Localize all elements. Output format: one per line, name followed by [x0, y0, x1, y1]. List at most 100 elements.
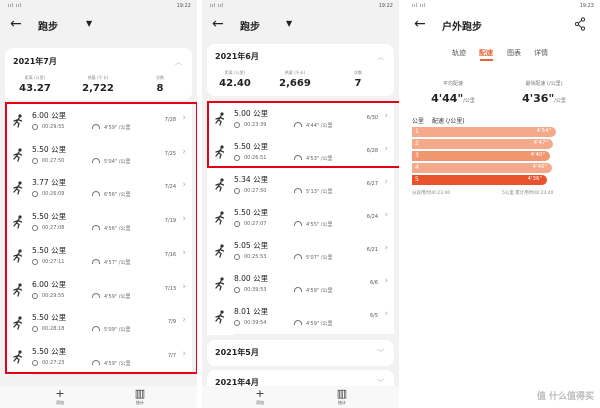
pace-gauge-icon	[294, 188, 302, 193]
status-time: 19:22	[176, 3, 191, 9]
running-icon	[214, 243, 226, 258]
status-bar: ııl ııl 19:22	[0, 0, 197, 12]
run-list-june-screen: ııl ııl 19:22 ← 跑步 ▼ 2021年6月 ︿ 距离 (公里) 4…	[202, 0, 399, 408]
top-bar: ← 户外跑步	[404, 12, 600, 38]
average-pace: 平均配速 4'44"/公里	[418, 80, 488, 106]
run-date: 6/6	[369, 280, 378, 286]
bottom-bar: + 添加 ▥ 统计	[202, 386, 399, 408]
run-date: 6/24	[366, 214, 378, 220]
split-bar: 3 4'40"	[412, 151, 550, 161]
run-duration: 00:39:54	[244, 320, 267, 326]
chevron-right-icon: ›	[384, 177, 388, 187]
stats-button[interactable]: ▥ 统计	[125, 388, 155, 406]
stats-label: 统计	[338, 400, 346, 405]
split-bar: 1 4'54"	[412, 127, 556, 137]
stat-label: 热量 (千卡)	[87, 75, 109, 80]
pace-gauge-icon	[294, 287, 302, 292]
split-km: 5	[415, 176, 419, 183]
split-km: 2	[415, 140, 419, 147]
collapsed-month-may[interactable]: 2021年5月 ﹀	[207, 340, 394, 366]
footer-right: 5公里 累计用时00:23:40	[502, 191, 554, 196]
back-arrow-icon[interactable]: ←	[10, 16, 22, 32]
clock-icon	[234, 320, 240, 326]
run-pace: 4'59" /公里	[306, 321, 333, 327]
top-bar: ← 跑步 ▼	[0, 12, 197, 38]
add-label: 添加	[256, 400, 264, 405]
stat-value: 42.40	[219, 78, 251, 89]
split-pace: 4'54"	[536, 128, 551, 134]
add-label: 添加	[56, 400, 64, 405]
signal-icon: ııl ııl	[412, 3, 426, 9]
tab-pace[interactable]: 配速	[479, 48, 493, 58]
chevron-right-icon: ›	[384, 309, 388, 319]
stat-label: 次数	[354, 70, 362, 75]
running-icon	[214, 210, 226, 225]
dropdown-caret-icon[interactable]: ▼	[286, 19, 292, 28]
chevron-right-icon: ›	[384, 243, 388, 253]
stats-button[interactable]: ▥ 统计	[327, 388, 357, 406]
tab-track[interactable]: 轨迹	[452, 48, 466, 58]
run-list-item[interactable]: 8.01 公里 00:39:54 4'59" /公里 6/5 ›	[207, 300, 394, 335]
chevron-up-icon[interactable]: ︿	[175, 57, 182, 67]
chevron-down-icon: ﹀	[377, 349, 384, 357]
stat-distance: 距离 (公里) 43.27	[15, 75, 55, 94]
dropdown-caret-icon[interactable]: ▼	[86, 19, 92, 28]
clock-icon	[234, 287, 240, 293]
best-pace-label: 最快配速 (/公里)	[525, 81, 563, 87]
back-arrow-icon[interactable]: ←	[212, 16, 224, 32]
tab-details[interactable]: 详情	[534, 48, 548, 58]
run-date: 6/5	[369, 313, 378, 319]
split-bar: 2 4'47"	[412, 139, 553, 149]
average-pace-value: 4'44"	[431, 92, 464, 105]
highlight-box	[5, 102, 197, 374]
stat-label: 次数	[156, 75, 164, 80]
chevron-right-icon: ›	[384, 210, 388, 220]
month-summary-card[interactable]: 2021年7月 ︿ 距离 (公里) 43.27 热量 (千卡) 2,722 次数…	[5, 48, 192, 100]
month-title: 2021年6月	[215, 52, 259, 61]
add-button[interactable]: + 添加	[245, 388, 275, 406]
run-pace: 5'13" /公里	[306, 189, 333, 195]
run-list-item[interactable]: 8.00 公里 00:39:53 4'59" /公里 6/6 ›	[207, 267, 394, 302]
running-icon	[214, 276, 226, 291]
run-list-item[interactable]: 5.05 公里 00:25:53 5'07" /公里 6/21 ›	[207, 234, 394, 269]
split-pace: 4'40"	[530, 152, 545, 158]
bottom-bar: + 添加 ▥ 统计	[0, 386, 197, 408]
active-tab-indicator	[480, 59, 493, 61]
chevron-right-icon: ›	[384, 276, 388, 286]
back-arrow-icon[interactable]: ←	[414, 16, 426, 32]
average-pace-label: 平均配速	[442, 81, 463, 87]
signal-icon: ııl ııl	[8, 3, 22, 9]
pace-gauge-icon	[294, 254, 302, 259]
best-pace-unit: /公里	[554, 98, 566, 104]
bar-chart-icon: ▥	[336, 387, 348, 400]
split-pace: 4'47"	[533, 140, 548, 146]
clock-icon	[234, 254, 240, 260]
chevron-up-icon[interactable]: ︿	[377, 52, 384, 62]
plus-icon: +	[255, 387, 265, 400]
best-pace-value: 4'36"	[522, 92, 555, 105]
split-pace: 4'36"	[527, 176, 542, 182]
split-km: 3	[415, 152, 419, 159]
stat-distance: 距离 (公里) 42.40	[215, 70, 255, 89]
row-divider	[32, 373, 192, 375]
add-button[interactable]: + 添加	[45, 388, 75, 406]
stat-label: 距离 (公里)	[224, 70, 246, 75]
share-icon[interactable]	[574, 17, 586, 31]
bar-chart-icon: ▥	[134, 387, 146, 400]
pace-gauge-icon	[294, 221, 302, 226]
tab-chart[interactable]: 图表	[507, 48, 521, 58]
top-bar: ← 跑步 ▼	[202, 12, 399, 38]
run-list-item[interactable]: 5.50 公里 00:27:07 4'55" /公里 6/24 ›	[207, 201, 394, 236]
stat-label: 热量 (千卡)	[284, 70, 306, 75]
run-duration: 00:27:07	[244, 221, 267, 227]
tab-bar: 轨迹 配速 图表 详情	[404, 48, 600, 62]
highlight-box	[207, 101, 399, 168]
footer-left: 分段用时00:23:40	[412, 191, 451, 196]
month-title: 2021年7月	[13, 57, 57, 66]
run-list-item[interactable]: 5.34 公里 00:27:50 5'13" /公里 6/27 ›	[207, 168, 394, 203]
month-summary-card[interactable]: 2021年6月 ︿ 距离 (公里) 42.40 热量 (千卡) 2,669 次数…	[207, 44, 394, 96]
stats-label: 统计	[136, 400, 144, 405]
page-title: 跑步	[38, 22, 58, 33]
average-pace-unit: /公里	[463, 98, 475, 104]
run-list-july-screen: ııl ııl 19:22 ← 跑步 ▼ 2021年7月 ︿ 距离 (公里) 4…	[0, 0, 197, 408]
